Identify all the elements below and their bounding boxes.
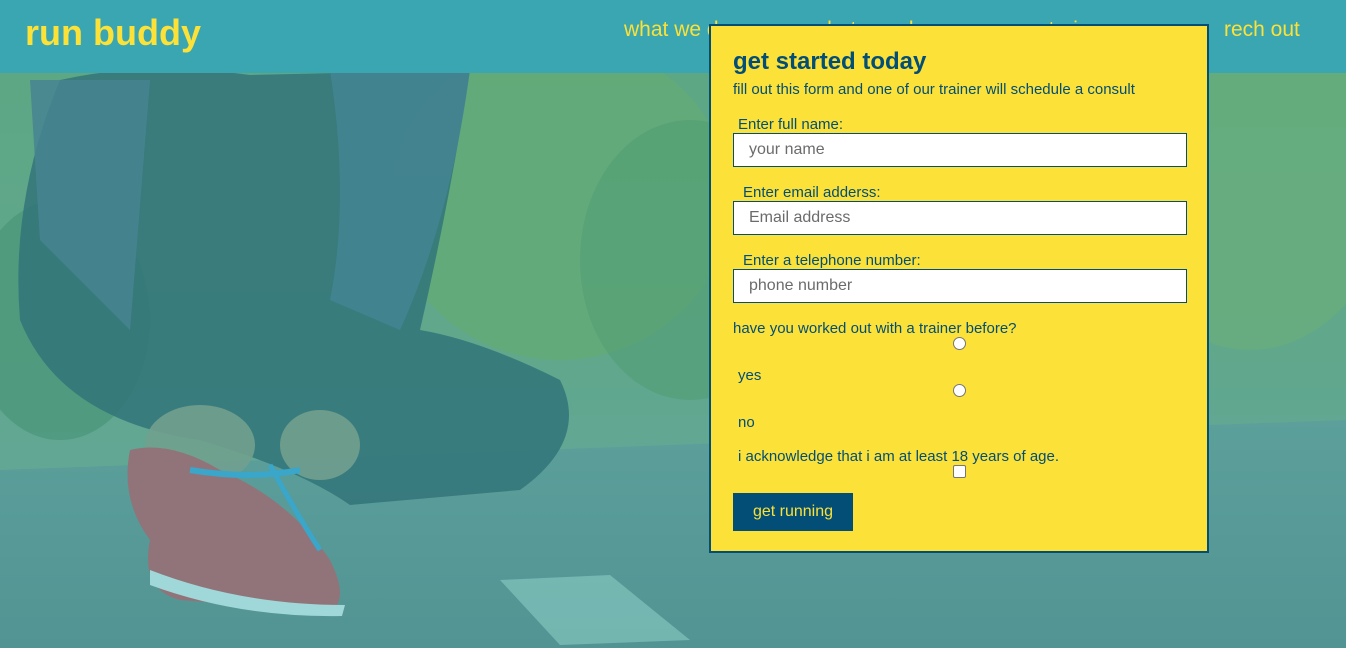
nav-reach-out[interactable]: rech out	[1224, 18, 1300, 42]
get-running-button[interactable]: get running	[733, 493, 853, 531]
radio-no-label: no	[738, 414, 755, 431]
radio-yes-label: yes	[738, 367, 762, 384]
page: run buddy what we do what you do your tr…	[0, 0, 1346, 648]
email-input[interactable]	[733, 201, 1187, 235]
phone-input[interactable]	[733, 269, 1187, 303]
name-input[interactable]	[733, 133, 1187, 167]
phone-label: Enter a telephone number:	[743, 252, 921, 269]
form-title: get started today	[733, 48, 927, 75]
radio-yes[interactable]	[953, 337, 966, 350]
radio-no[interactable]	[953, 384, 966, 397]
form-subtitle: fill out this form and one of our traine…	[733, 81, 1135, 98]
age-acknowledge-checkbox[interactable]	[953, 465, 966, 478]
age-acknowledge-label: i acknowledge that i am at least 18 year…	[738, 448, 1060, 465]
name-label: Enter full name:	[738, 116, 844, 133]
get-started-form: get started today fill out this form and…	[709, 24, 1209, 553]
trainer-question: have you worked out with a trainer befor…	[733, 320, 1017, 337]
email-label: Enter email adderss:	[743, 184, 881, 201]
